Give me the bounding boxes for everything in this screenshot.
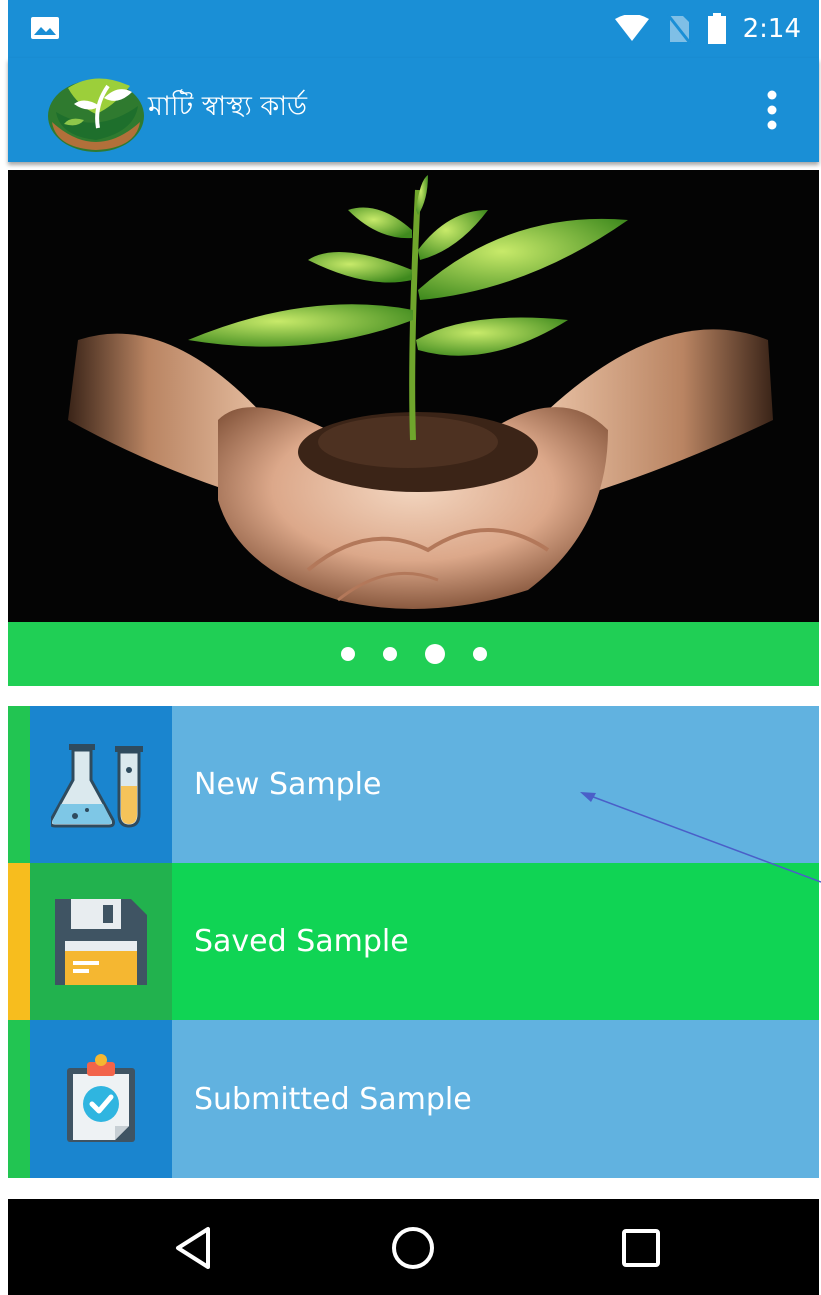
status-bar: 2:14 <box>8 0 819 58</box>
back-icon[interactable] <box>170 1223 220 1273</box>
row-icon-box <box>30 706 172 863</box>
app-screen: 2:14 মাটি স্বাস্থ্য কার্ড New Sample Sav… <box>8 0 819 1295</box>
app-title: মাটি স্বাস্থ্য কার্ড <box>148 91 307 122</box>
floppy-disk-icon <box>55 898 147 985</box>
pager-dot-active[interactable] <box>424 644 445 664</box>
pager-dot[interactable] <box>382 647 397 661</box>
home-icon[interactable] <box>388 1223 438 1273</box>
clipboard-check-icon <box>67 1054 135 1142</box>
hands-seedling-image <box>8 170 819 622</box>
row-icon-box <box>30 863 172 1020</box>
saved-sample-label: Saved Sample <box>194 924 409 959</box>
app-bar: মাটি স্বাস্থ্য কার্ড <box>8 58 819 162</box>
new-sample-label: New Sample <box>194 767 382 802</box>
pager-dot[interactable] <box>472 647 487 661</box>
row-accent <box>8 706 30 863</box>
banner-pager[interactable] <box>8 622 819 686</box>
row-accent <box>8 1020 30 1178</box>
no-sim-icon <box>666 14 691 44</box>
row-accent <box>8 863 30 1020</box>
saved-sample-button[interactable]: Saved Sample <box>8 863 819 1020</box>
lab-flask-icon <box>51 743 143 828</box>
battery-icon <box>707 13 726 44</box>
wifi-icon <box>614 15 649 41</box>
system-nav-bar <box>8 1199 819 1295</box>
submitted-sample-label: Submitted Sample <box>194 1081 472 1117</box>
recents-icon[interactable] <box>616 1223 666 1273</box>
pager-dot[interactable] <box>340 647 355 661</box>
soil-health-logo <box>48 78 144 152</box>
banner-image[interactable] <box>8 170 819 622</box>
status-time: 2:14 <box>742 14 801 44</box>
row-icon-box <box>30 1020 172 1178</box>
new-sample-button[interactable]: New Sample <box>8 706 819 863</box>
more-vert-icon[interactable] <box>765 90 779 130</box>
submitted-sample-button[interactable]: Submitted Sample <box>8 1020 819 1178</box>
status-icons: 2:14 <box>613 10 801 48</box>
gallery-icon <box>31 17 59 39</box>
